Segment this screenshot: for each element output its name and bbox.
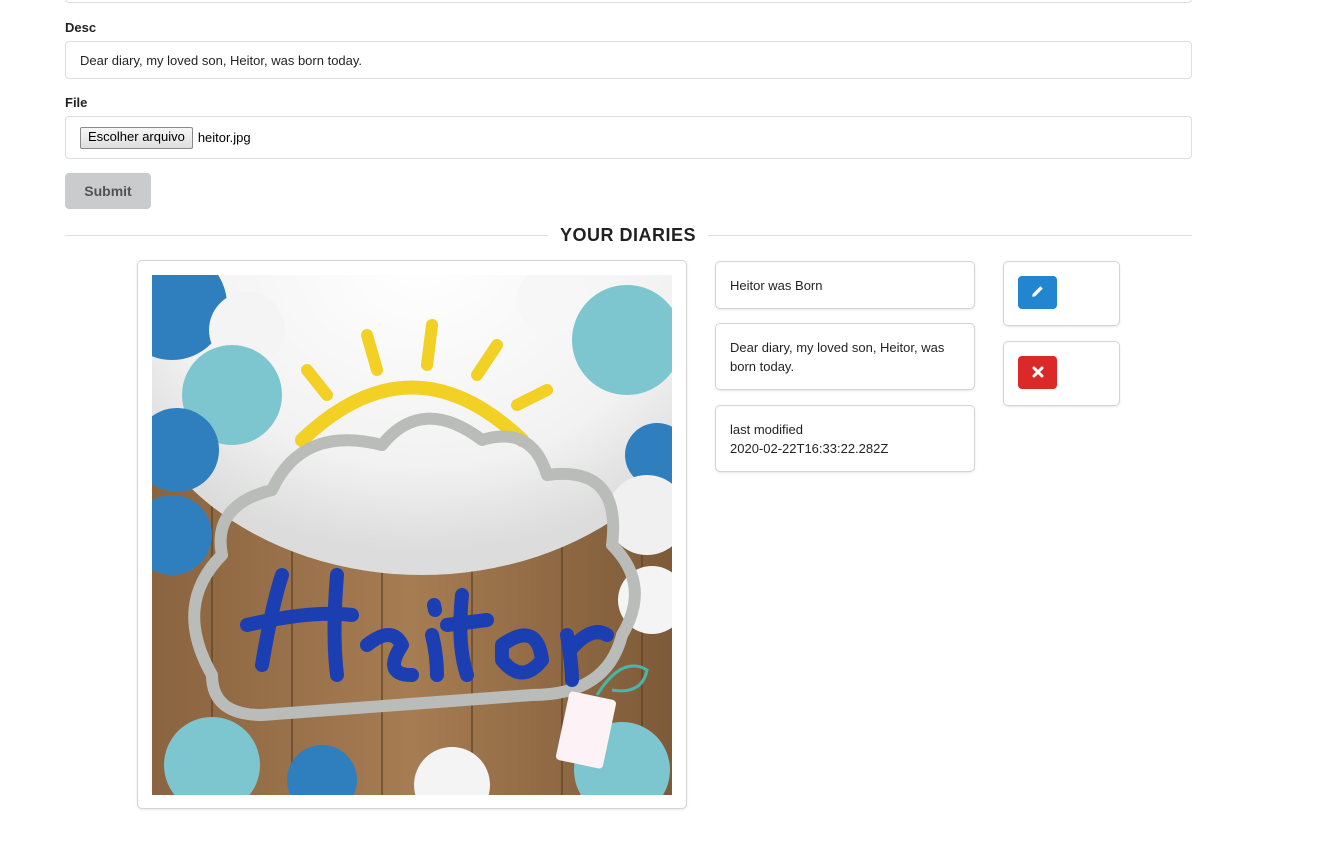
diary-description-card: Dear diary, my loved son, Heitor, was bo…: [716, 324, 974, 389]
selected-file-name: heitor.jpg: [197, 130, 251, 145]
close-icon: [1032, 365, 1044, 381]
file-input[interactable]: Escolher arquivo heitor.jpg: [65, 116, 1192, 159]
desc-input[interactable]: Dear diary, my loved son, Heitor, was bo…: [65, 41, 1192, 79]
desc-label: Desc: [65, 20, 97, 35]
divider-line-left: [65, 235, 548, 236]
edit-button[interactable]: [1018, 276, 1057, 309]
modified-label: last modified: [730, 421, 803, 437]
diary-modified-card: last modified 2020-02-22T16:33:22.282Z: [716, 406, 974, 471]
divider-line-right: [708, 235, 1192, 236]
section-title: YOUR DIARIES: [559, 225, 697, 245]
modified-timestamp: 2020-02-22T16:33:22.282Z: [730, 440, 889, 456]
desc-input-value: Dear diary, my loved son, Heitor, was bo…: [80, 52, 363, 68]
title-input[interactable]: [65, 0, 1192, 3]
file-label: File: [65, 95, 88, 110]
diary-photo: [152, 275, 672, 795]
delete-button[interactable]: [1018, 356, 1057, 389]
diary-description: Dear diary, my loved son, Heitor, was bo…: [730, 339, 945, 374]
diary-title-card: Heitor was Born: [716, 262, 974, 308]
pencil-icon: [1031, 285, 1044, 301]
diary-title: Heitor was Born: [730, 277, 823, 293]
choose-file-button[interactable]: Escolher arquivo: [80, 126, 193, 149]
submit-button[interactable]: Submit: [65, 173, 151, 209]
